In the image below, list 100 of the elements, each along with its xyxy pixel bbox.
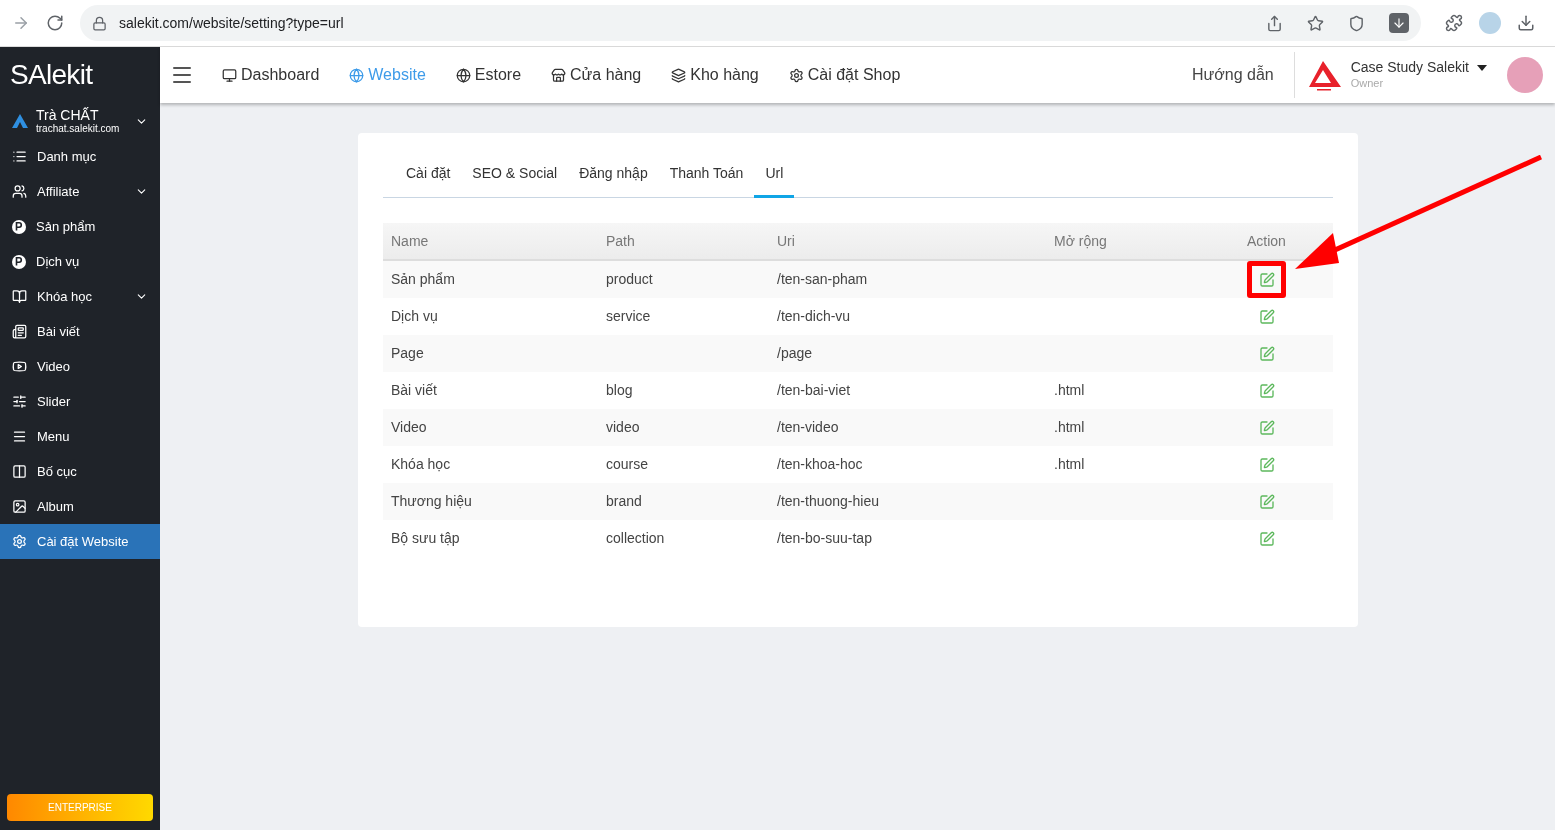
edit-icon[interactable] <box>1258 530 1275 547</box>
table-cell: Dịch vụ <box>383 298 598 335</box>
caret-icon[interactable] <box>1477 65 1487 72</box>
shield-icon[interactable] <box>1348 14 1365 32</box>
tab[interactable]: Url <box>754 159 795 198</box>
sidebar-item[interactable]: Affiliate <box>0 174 160 209</box>
table-cell: /ten-san-pham <box>769 260 1046 298</box>
table-cell: /ten-khoa-hoc <box>769 446 1046 483</box>
tab[interactable]: SEO & Social <box>461 159 569 198</box>
sidebar-item[interactable]: Bài viết <box>0 314 160 349</box>
account-name: Trà CHẤT <box>36 108 100 122</box>
table-cell: brand <box>598 483 769 520</box>
columns-icon <box>12 464 27 479</box>
sidebar-label: Affiliate <box>37 182 81 201</box>
forward-icon[interactable] <box>12 14 30 32</box>
sidebar-label: Khóa học <box>37 287 93 306</box>
table-cell: collection <box>598 520 769 557</box>
account-domain: trachat.salekit.com <box>36 124 121 134</box>
share-icon[interactable] <box>1266 14 1283 32</box>
tab[interactable]: Đăng nhập <box>568 159 659 198</box>
user-avatar[interactable] <box>1507 57 1543 93</box>
table-cell: .html <box>1046 446 1239 483</box>
column-header: Path <box>598 223 769 260</box>
sliders-icon <box>12 394 27 409</box>
table-cell: Sản phẩm <box>383 260 598 298</box>
shop-role: Owner <box>1350 76 1385 91</box>
list-icon <box>12 149 27 164</box>
globe-icon <box>455 67 471 83</box>
logo-mark-icon <box>12 114 28 128</box>
nav-link[interactable]: Estore <box>455 63 522 87</box>
table-cell: Thương hiệu <box>383 483 598 520</box>
sidebar-item[interactable]: Menu <box>0 419 160 454</box>
sidebar-item[interactable]: Slider <box>0 384 160 419</box>
table-cell: /ten-bai-viet <box>769 372 1046 409</box>
reload-icon[interactable] <box>46 14 64 32</box>
users-icon <box>12 184 27 199</box>
sidebar-item[interactable]: Cài đặt Website <box>0 524 160 559</box>
sidebar-label: Slider <box>37 392 72 411</box>
edit-icon[interactable] <box>1258 456 1275 473</box>
nav-link[interactable]: Cài đặt Shop <box>788 63 901 87</box>
edit-icon[interactable] <box>1258 493 1275 510</box>
table-cell: .html <box>1046 409 1239 446</box>
table-cell: /ten-thuong-hieu <box>769 483 1046 520</box>
p-circle-icon <box>12 219 26 234</box>
sidebar-item[interactable]: Bố cục <box>0 454 160 489</box>
video-icon <box>12 359 27 374</box>
edit-icon[interactable] <box>1258 382 1275 399</box>
table-cell: /ten-bo-suu-tap <box>769 520 1046 557</box>
settings-icon <box>12 534 27 549</box>
edit-icon[interactable] <box>1258 419 1275 436</box>
monitor-icon <box>222 67 237 83</box>
table-cell: .html <box>1046 372 1239 409</box>
tab[interactable]: Thanh Toán <box>658 159 755 198</box>
table-cell: Bộ sưu tập <box>383 520 598 557</box>
table-cell: /page <box>769 335 1046 372</box>
help-link[interactable]: Hướng dẫn <box>1192 63 1274 87</box>
nav-link[interactable]: Cửa hàng <box>551 63 642 87</box>
table-cell: product <box>598 260 769 298</box>
column-header: Name <box>383 223 598 260</box>
globe-icon <box>349 67 365 83</box>
settings-icon <box>788 67 804 83</box>
nav-link[interactable]: Kho hàng <box>671 63 759 87</box>
menu-icon <box>12 429 27 444</box>
sidebar-label: Dịch vụ <box>36 252 81 271</box>
table-cell: Bài viết <box>383 372 598 409</box>
profile-avatar[interactable] <box>1479 12 1501 34</box>
edit-icon[interactable] <box>1258 308 1275 325</box>
table-cell: /ten-video <box>769 409 1046 446</box>
sidebar-item[interactable]: Sản phẩm <box>0 209 160 244</box>
address-bar[interactable]: salekit.com/website/setting?type=url <box>80 5 1421 41</box>
table-cell: Video <box>383 409 598 446</box>
sidebar-item[interactable]: Danh mục <box>0 139 160 174</box>
store-icon <box>551 67 567 83</box>
edit-icon[interactable] <box>1258 271 1275 288</box>
shop-name[interactable]: Case Study Salekit <box>1350 59 1469 77</box>
table-cell: service <box>598 298 769 335</box>
table-cell: /ten-dich-vu <box>769 298 1046 335</box>
edit-icon[interactable] <box>1258 345 1275 362</box>
sidebar-label: Bố cục <box>37 462 78 481</box>
sidebar-item[interactable]: Dịch vụ <box>0 244 160 279</box>
table-cell: video <box>598 409 769 446</box>
lock-icon <box>92 15 107 31</box>
nav-link[interactable]: Dashboard <box>222 63 320 87</box>
sidebar-label: Album <box>37 497 75 516</box>
table-cell: Khóa học <box>383 446 598 483</box>
p-circle-icon <box>12 254 26 269</box>
star-icon[interactable] <box>1307 14 1324 32</box>
sidebar-label: Menu <box>37 427 71 446</box>
sidebar-item[interactable]: Video <box>0 349 160 384</box>
puzzle-icon[interactable] <box>1445 14 1463 32</box>
table-cell: course <box>598 446 769 483</box>
table-cell: blog <box>598 372 769 409</box>
logo-text: SAlekit <box>10 58 93 92</box>
sidebar-label: Danh mục <box>37 147 98 166</box>
sidebar-item[interactable]: Album <box>0 489 160 524</box>
sidebar-label: Bài viết <box>37 322 81 341</box>
sidebar-label: Video <box>37 357 71 376</box>
tab[interactable]: Cài đặt <box>395 159 462 198</box>
sidebar-item[interactable]: Khóa học <box>0 279 160 314</box>
download-icon[interactable] <box>1517 14 1535 32</box>
